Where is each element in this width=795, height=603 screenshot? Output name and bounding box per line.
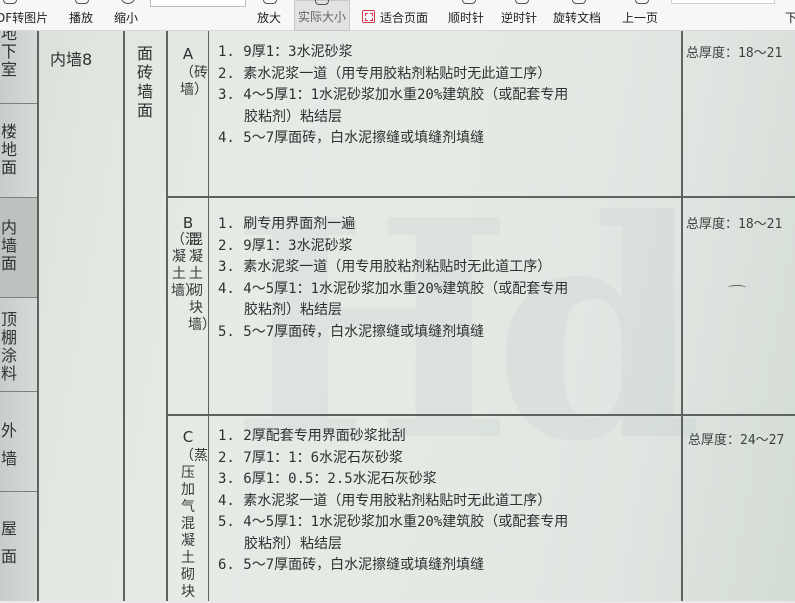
table-rule <box>123 31 125 601</box>
step-item: 6. 5～7厚面砖，白水泥擦缝或填缝剂填缝 <box>218 557 485 573</box>
step-item: 2. 9厚1：3水泥砂浆 <box>218 237 353 254</box>
table-rule <box>166 31 168 601</box>
zoom-level-input[interactable] <box>150 0 246 7</box>
rotate-clockwise-label: 顺时针 <box>448 11 485 25</box>
category-ceiling-paint: 顶棚涂料 <box>0 310 17 383</box>
rotate-clockwise-button[interactable]: 顺时针 <box>445 0 493 31</box>
step-item: 5. 4～5厚1：1水泥砂浆加水重20%建筑胶（或配套专用 <box>218 514 569 530</box>
variant-a-description: （砖墙） <box>180 65 208 98</box>
table-rule <box>681 31 683 601</box>
image-icon <box>3 0 17 4</box>
step-item: 1. 2厚配套专用界面砂浆批刮 <box>218 428 406 444</box>
variant-b-description-right: 混凝土砌块墙） <box>188 232 216 333</box>
next-page-label: 下 <box>785 11 795 25</box>
step-continuation: 胶粘剂）粘结层 <box>244 302 342 318</box>
previous-page-icon <box>635 0 649 4</box>
variant-a-steps: 1. 9厚1：3水泥砂浆 2. 素水泥浆一道（用专用胶粘剂粘贴时无此道工序） 3… <box>218 42 568 150</box>
table-rule <box>0 197 37 198</box>
viewer-toolbar: DF转图片 播放 缩小 放大 实际大小 适合页面 顺时针 逆时针 旋转文档 上一… <box>0 0 795 31</box>
table-rule <box>0 103 37 104</box>
variant-b-steps: 1. 刷专用界面剂一遍 2. 9厚1：3水泥砂浆 3. 素水泥浆一道（用专用胶粘… <box>218 214 568 343</box>
play-label: 播放 <box>69 11 94 25</box>
category-floor: 楼地面 <box>0 122 17 177</box>
step-item: 1. 9厚1：3水泥砂浆 <box>218 44 353 60</box>
fit-page-button[interactable]: 适合页面 <box>358 0 436 31</box>
variant-a-letter: A <box>182 45 194 63</box>
rotate-counterclockwise-icon <box>515 0 529 4</box>
step-item: 2. 7厚1：1：6水泥石灰砂浆 <box>218 449 404 466</box>
page-number-input[interactable] <box>671 0 775 4</box>
table-rule <box>37 31 39 601</box>
rotate-document-label: 旋转文档 <box>553 11 602 25</box>
pdf-to-image-label: DF转图片 <box>0 11 49 25</box>
table-rule <box>166 196 795 198</box>
zoom-out-label: 缩小 <box>114 11 139 25</box>
variant-a-thickness: 总厚度：18～21 <box>686 46 783 61</box>
actual-size-button[interactable]: 实际大小 <box>294 0 350 31</box>
step-item: 4. 4～5厚1：1水泥砂浆加水重20%建筑胶（或配套专用 <box>218 280 569 297</box>
variant-c-steps: 1. 2厚配套专用界面砂浆批刮 2. 7厚1：1：6水泥石灰砂浆 3. 6厚1：… <box>218 426 568 577</box>
rotate-document-button[interactable]: 旋转文档 <box>550 0 608 31</box>
room-code: 内墙8 <box>50 50 93 69</box>
variant-b-thickness: 总厚度：18～21 <box>686 217 783 232</box>
pencil-mark <box>728 285 746 290</box>
fit-page-label: 适合页面 <box>380 11 429 25</box>
previous-page-label: 上一页 <box>622 11 659 25</box>
step-item: 3. 6厚1：0.5：2.5水泥石灰砂浆 <box>218 471 437 487</box>
rotate-counterclockwise-button[interactable]: 逆时针 <box>498 0 546 31</box>
actual-size-label: 实际大小 <box>298 10 347 24</box>
zoom-in-label: 放大 <box>257 11 282 25</box>
rotate-counterclockwise-label: 逆时针 <box>501 11 538 25</box>
variant-c-thickness: 总厚度：24～27 <box>688 433 785 448</box>
play-button[interactable]: 播放 <box>62 0 102 31</box>
table-rule <box>0 491 37 492</box>
variant-b-description-left: （混凝土墙） <box>171 232 199 299</box>
zoom-in-button[interactable]: 放大 <box>252 0 288 31</box>
step-item: 3. 素水泥浆一道（用专用胶粘剂粘贴时无此道工序） <box>218 259 552 275</box>
zoom-out-icon <box>121 0 135 4</box>
finish-type: 面砖墙面 <box>136 44 153 120</box>
step-item: 4. 5～7厚面砖，白水泥擦缝或填缝剂填缝 <box>218 130 485 146</box>
category-roof: 屋面 <box>0 519 17 566</box>
category-exterior-wall: 外墙 <box>0 421 17 468</box>
table-rule <box>0 391 37 392</box>
category-interior-wall: 内墙面 <box>0 218 17 273</box>
play-icon <box>75 0 89 4</box>
step-item: 3. 4～5厚1：1水泥砂浆加水重20%建筑胶（或配套专用 <box>218 87 569 103</box>
zoom-in-icon <box>263 0 277 4</box>
step-item: 4. 素水泥浆一道（用专用胶粘剂粘贴时无此道工序） <box>218 492 552 509</box>
next-page-button[interactable]: 下 <box>782 0 795 31</box>
step-continuation: 胶粘剂）粘结层 <box>244 108 342 125</box>
variant-b-letter: B <box>182 214 194 232</box>
category-basement: 地下室 <box>0 31 17 79</box>
pdf-to-image-button[interactable]: DF转图片 <box>0 0 52 31</box>
rotate-document-icon <box>572 0 586 4</box>
document-page-photo: Hd 地下室 楼地面 内墙面 顶棚涂料 外墙 屋面 内墙8 面砖墙面 A （砖墙… <box>0 31 795 601</box>
variant-c-letter: C <box>182 428 194 446</box>
step-item: 1. 刷专用界面剂一遍 <box>218 216 356 232</box>
rotate-clockwise-icon <box>462 0 476 4</box>
table-rule <box>208 31 209 601</box>
table-rule <box>166 414 795 416</box>
step-item: 2. 素水泥浆一道（用专用胶粘剂粘贴时无此道工序） <box>218 65 552 82</box>
variant-c-description: （蒸压加气混凝土砌块 <box>180 448 208 600</box>
table-rule <box>0 297 37 298</box>
zoom-out-button[interactable]: 缩小 <box>110 0 146 31</box>
step-continuation: 胶粘剂）粘结层 <box>244 535 342 552</box>
step-item: 5. 5～7厚面砖，白水泥擦缝或填缝剂填缝 <box>218 323 485 340</box>
previous-page-button[interactable]: 上一页 <box>618 0 666 31</box>
actual-size-icon <box>315 0 329 5</box>
fit-page-icon <box>362 10 375 23</box>
